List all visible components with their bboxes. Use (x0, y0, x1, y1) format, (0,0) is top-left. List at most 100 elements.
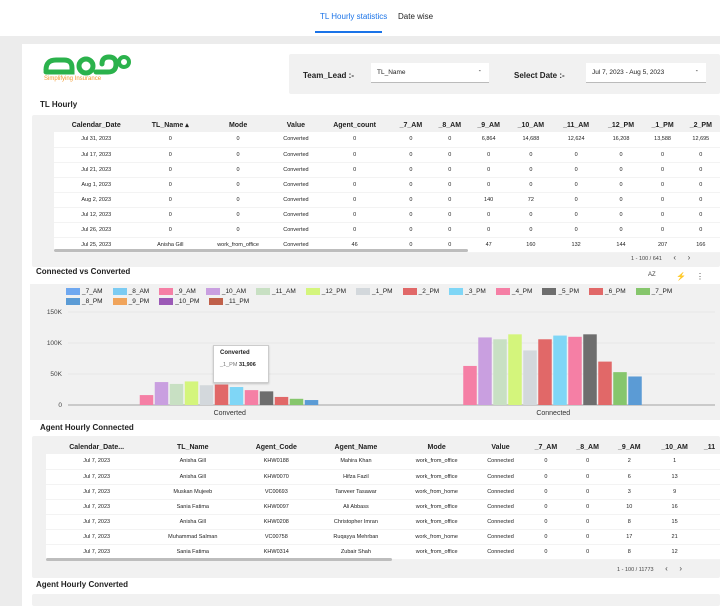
table-cell: 0 (138, 177, 203, 193)
table-cell: 14,688 (508, 132, 554, 148)
prev-page-icon[interactable]: ‹ (673, 253, 676, 262)
table-row[interactable]: Jul 26, 2023 0 0 Converted 0 0 0 0 0 0 0 0 0 (54, 222, 720, 238)
next-page-icon[interactable]: › (688, 253, 691, 262)
horizontal-scrollbar[interactable] (46, 558, 392, 561)
table-cell: Converted (274, 177, 318, 193)
team-lead-select[interactable]: TL_Name - (371, 63, 489, 83)
column-header[interactable]: _9_AM (469, 118, 509, 132)
column-header[interactable]: _10_AM (508, 118, 554, 132)
bolt-icon[interactable]: ⚡ (676, 272, 686, 281)
table-cell: Converted (274, 207, 318, 223)
tab-date-wise[interactable]: Date wise (398, 12, 433, 21)
table-row[interactable]: Aug 1, 2023 0 0 Converted 0 0 0 0 0 0 0 0 0 (54, 177, 720, 193)
chart-tooltip: Converted _1_PM 31,906 (213, 345, 269, 383)
column-header[interactable]: _10_AM (650, 440, 700, 454)
column-header[interactable]: Agent_count (317, 118, 392, 132)
table-row[interactable]: Jul 12, 2023 0 0 Converted 0 0 0 0 0 0 0 0 0 (54, 207, 720, 223)
table-cell: 0 (202, 192, 275, 208)
table-cell: 0 (566, 454, 609, 470)
column-header[interactable]: _2_PM (681, 118, 720, 132)
column-header[interactable]: Calendar_Date (54, 118, 139, 132)
bar-5pm-converted[interactable] (259, 391, 274, 405)
bar-8pm-converted[interactable] (304, 400, 319, 405)
table-row[interactable]: Jul 7, 2023 Muskan Mujeeb VC00693 Tanveer T… (46, 484, 720, 500)
bar-4pm-connected[interactable] (568, 336, 582, 405)
table-row[interactable]: Jul 7, 2023 Anisha Gill KHW0070 Hifza Fazil… (46, 469, 720, 485)
bar-11am-connected[interactable] (493, 339, 507, 405)
column-header[interactable]: Agent_Code (238, 440, 315, 454)
column-header[interactable]: Value (475, 440, 526, 454)
column-header[interactable]: _7_AM (525, 440, 567, 454)
bar-5pm-connected[interactable] (583, 334, 597, 405)
bar-4pm-converted[interactable] (244, 390, 259, 405)
table-row[interactable]: Jul 31, 2023 0 0 Converted 0 0 0 6,864 14,688 12,… (54, 132, 720, 148)
table-cell: 16,208 (598, 132, 644, 148)
table-cell (699, 529, 720, 545)
table-row[interactable]: Jul 7, 2023 Anisha Gill KHW0208 Christopher… (46, 514, 720, 530)
table-row[interactable]: Jul 7, 2023 Anisha Gill KHW0188 Mahira Khan… (46, 454, 720, 470)
tl-hourly-pager: 1 - 100 / 641 ‹ › (631, 253, 690, 262)
column-header[interactable]: Agent_Name (314, 440, 398, 454)
column-header[interactable]: _11 (699, 440, 720, 454)
bar-6pm-converted[interactable] (274, 396, 289, 405)
date-range-select[interactable]: Jul 7, 2023 - Aug 5, 2023 - (586, 63, 706, 83)
y-tick-label: 100K (47, 340, 63, 347)
bar-7pm-converted[interactable] (289, 398, 304, 405)
table-cell: 0 (430, 162, 470, 178)
column-header[interactable]: Mode (397, 440, 476, 454)
column-header[interactable]: _8_AM (566, 440, 609, 454)
column-header[interactable]: TL_Name (147, 440, 239, 454)
bar-8pm-connected[interactable] (628, 376, 642, 405)
bar-1pm-converted[interactable] (199, 385, 214, 405)
table-cell: Converted (274, 192, 318, 208)
table-row[interactable]: Aug 2, 2023 0 0 Converted 0 0 0 140 72 0 0 0 0 (54, 192, 720, 208)
table-row[interactable]: Jul 7, 2023 Sania Fatima KHW0314 Zubair Sha… (46, 544, 720, 560)
table-row[interactable]: Jul 7, 2023 Muhammad Salman VC00758 Ruqayya… (46, 529, 720, 545)
tooltip-value: 31,906 (238, 362, 256, 368)
table-row[interactable]: Jul 7, 2023 Sania Fatima KHW0097 Ali Abbass… (46, 499, 720, 515)
column-header[interactable]: TL_Name ▴ (138, 118, 203, 132)
table-cell: Jul 7, 2023 (46, 484, 148, 500)
tooltip-series: _1_PM (220, 362, 238, 368)
bar-1pm-connected[interactable] (523, 350, 537, 405)
next-page-icon[interactable]: › (679, 564, 682, 573)
bar-10am-converted[interactable] (154, 382, 169, 405)
table-cell: Sania Fatima (147, 499, 239, 515)
bar-9am-connected[interactable] (463, 365, 477, 405)
bar-2pm-connected[interactable] (538, 339, 552, 405)
table-cell: Connected (475, 499, 526, 515)
bar-11am-converted[interactable] (169, 383, 184, 405)
sort-icon[interactable]: AZ (648, 272, 656, 278)
bar-12pm-converted[interactable] (184, 381, 199, 405)
table-cell: 0 (138, 162, 203, 178)
column-header[interactable]: Value (274, 118, 318, 132)
bar-2pm-converted[interactable] (214, 384, 229, 405)
table-cell: 0 (681, 192, 720, 208)
column-header[interactable]: _7_AM (391, 118, 431, 132)
column-header[interactable]: _12_PM (598, 118, 644, 132)
table-cell: 0 (643, 177, 682, 193)
bar-9am-converted[interactable] (139, 395, 154, 405)
column-header[interactable]: _1_PM (643, 118, 682, 132)
column-header[interactable]: Calendar_Date... (46, 440, 148, 454)
column-header[interactable]: _11_AM (553, 118, 599, 132)
horizontal-scrollbar[interactable] (54, 249, 468, 252)
column-header[interactable]: _8_AM (430, 118, 470, 132)
table-row[interactable]: Jul 21, 2023 0 0 Converted 0 0 0 0 0 0 0 0 0 (54, 162, 720, 178)
table-cell: 0 (681, 177, 720, 193)
table-cell: Converted (274, 132, 318, 148)
bar-6pm-connected[interactable] (598, 361, 612, 405)
bar-3pm-converted[interactable] (229, 387, 244, 405)
tab-tl-hourly-statistics[interactable]: TL Hourly statistics (320, 12, 387, 21)
column-header[interactable]: _9_AM (608, 440, 651, 454)
team-lead-value: TL_Name (377, 69, 406, 76)
table-row[interactable]: Jul 17, 2023 0 0 Converted 0 0 0 0 0 0 0 0 0 (54, 147, 720, 163)
column-header[interactable]: Mode (202, 118, 275, 132)
date-range-value: Jul 7, 2023 - Aug 5, 2023 (592, 69, 665, 76)
bar-10am-connected[interactable] (478, 337, 492, 405)
more-options-icon[interactable]: ⋮ (696, 272, 704, 281)
bar-3pm-connected[interactable] (553, 335, 567, 405)
bar-12pm-connected[interactable] (508, 334, 522, 405)
prev-page-icon[interactable]: ‹ (665, 564, 668, 573)
bar-7pm-connected[interactable] (613, 372, 627, 405)
